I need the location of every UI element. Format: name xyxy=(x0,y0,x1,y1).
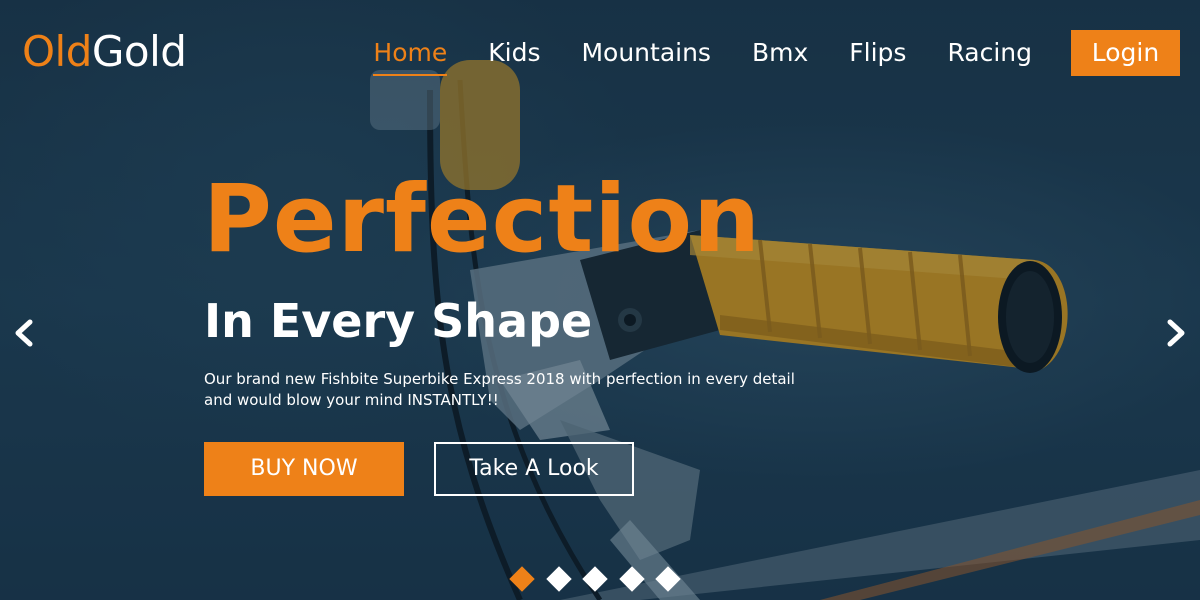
brand-logo-part1: Old xyxy=(22,27,92,76)
chevron-right-icon xyxy=(1167,319,1185,347)
nav-item-bmx[interactable]: Bmx xyxy=(752,34,808,72)
brand-logo-part2: Gold xyxy=(91,27,187,76)
carousel-prev-button[interactable] xyxy=(4,313,44,353)
buy-now-button[interactable]: BUY NOW xyxy=(204,442,404,496)
nav-item-flips[interactable]: Flips xyxy=(849,34,906,72)
main-nav: Home Kids Mountains Bmx Flips Racing Log… xyxy=(332,30,1180,76)
hero-slider xyxy=(0,0,1200,600)
carousel-dot-1[interactable] xyxy=(509,566,535,592)
nav-item-kids[interactable]: Kids xyxy=(488,34,540,72)
carousel-dot-2[interactable] xyxy=(545,566,572,592)
brand-logo[interactable]: OldGold xyxy=(22,26,187,78)
hero-subheadline: In Every Shape xyxy=(204,294,593,348)
carousel-dot-3[interactable] xyxy=(582,566,608,592)
carousel-dot-4[interactable] xyxy=(618,566,645,592)
hero-description-line2: and would blow your mind INSTANTLY!! xyxy=(204,391,499,409)
hero-description-line1: Our brand new Fishbite Superbike Express… xyxy=(204,370,795,388)
hero-description: Our brand new Fishbite Superbike Express… xyxy=(204,369,824,411)
carousel-dot-5[interactable] xyxy=(655,566,681,592)
carousel-indicators xyxy=(509,566,696,592)
nav-item-home[interactable]: Home xyxy=(373,34,447,76)
hero-headline: Perfection xyxy=(203,165,762,274)
login-button[interactable]: Login xyxy=(1071,30,1180,76)
carousel-next-button[interactable] xyxy=(1156,313,1196,353)
take-a-look-button[interactable]: Take A Look xyxy=(434,442,634,496)
hero-overlay xyxy=(0,0,1200,600)
nav-item-racing[interactable]: Racing xyxy=(947,34,1032,72)
chevron-left-icon xyxy=(15,319,33,347)
nav-item-mountains[interactable]: Mountains xyxy=(581,34,711,72)
